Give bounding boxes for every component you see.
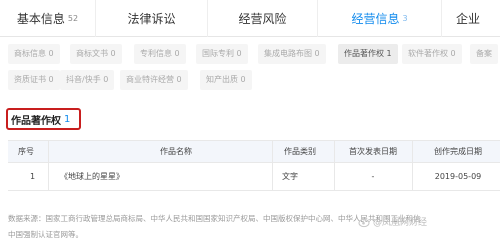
watermark: @凤凰网财经 [358, 215, 427, 228]
section-heading-highlight: 作品著作权 1 [6, 108, 81, 130]
data-source-line: 中国强制认证官网等。 [8, 230, 83, 239]
header-work-category: 作品类别 [284, 147, 316, 156]
tab-label: 经营风险 [238, 12, 287, 26]
tab-enterprise[interactable]: 企业 [442, 0, 500, 37]
cell-work-category: 文字 [282, 172, 298, 181]
tab-count: 52 [67, 14, 79, 23]
section-count: 1 [64, 113, 71, 125]
tab-label: 法律诉讼 [127, 12, 176, 26]
cell-completion-date: 2019-05-09 [434, 172, 482, 181]
subtab-douyin-kuaishou[interactable]: 抖音/快手 0 [60, 70, 115, 90]
subtab-trademark-docs[interactable]: 商标文书 0 [70, 44, 122, 64]
header-first-publish-date: 首次发表日期 [349, 147, 397, 156]
subtab-ip-pledge[interactable]: 知产出质 0 [200, 70, 252, 90]
cell-index: 1 [30, 172, 36, 181]
column-divider [48, 141, 49, 191]
column-divider [412, 141, 413, 191]
header-work-name: 作品名称 [160, 147, 192, 156]
copyright-works-table: 序号 作品名称 作品类别 首次发表日期 创作完成日期 1 《地球上的星星》 文字… [8, 140, 500, 191]
subtab-franchise[interactable]: 商业特许经营 0 [120, 70, 188, 90]
tab-legal-litigation[interactable]: 法律诉讼 [96, 0, 208, 37]
tab-label: 企业 [456, 12, 481, 26]
cell-first-publish-date: - [371, 172, 375, 181]
tab-business-risk[interactable]: 经营风险 [208, 0, 318, 37]
subtab-ic-layout[interactable]: 集成电路布图 0 [258, 44, 326, 64]
tab-count: 3 [402, 14, 408, 23]
subtab-filing[interactable]: 备案 [470, 44, 498, 64]
table-header: 序号 作品名称 作品类别 首次发表日期 创作完成日期 [8, 141, 500, 163]
column-divider [334, 141, 335, 191]
data-source-note: 数据来源：国家工商行政管理总局商标局、中华人民共和国国家知识产权局、中国版权保护… [8, 211, 421, 243]
subtab-patent-info[interactable]: 专利信息 0 [134, 44, 186, 64]
table-row: 1 《地球上的星星》 文字 - 2019-05-09 [8, 163, 500, 191]
subtab-works-copyright[interactable]: 作品著作权 1 [338, 44, 398, 64]
header-index: 序号 [18, 147, 34, 156]
weibo-logo-icon [358, 218, 370, 227]
tab-business-info[interactable]: 经营信息 3 [318, 0, 442, 37]
section-title: 作品著作权 [11, 115, 61, 127]
subtab-software-copyright[interactable]: 软件著作权 0 [402, 44, 462, 64]
subtab-intl-patent[interactable]: 国际专利 0 [196, 44, 248, 64]
main-tab-bar: 基本信息 52 法律诉讼 经营风险 经营信息 3 企业 [0, 0, 500, 37]
column-divider [272, 141, 273, 191]
subtab-trademark-info[interactable]: 商标信息 0 [8, 44, 60, 64]
tab-label: 基本信息 [16, 12, 65, 26]
watermark-text: @凤凰网财经 [373, 218, 428, 228]
cell-work-name[interactable]: 《地球上的星星》 [60, 163, 124, 190]
subtab-qualification[interactable]: 资质证书 0 [8, 70, 60, 90]
tab-basic-info[interactable]: 基本信息 52 [0, 0, 96, 37]
tab-label: 经营信息 [351, 12, 400, 26]
header-completion-date: 创作完成日期 [434, 147, 482, 156]
